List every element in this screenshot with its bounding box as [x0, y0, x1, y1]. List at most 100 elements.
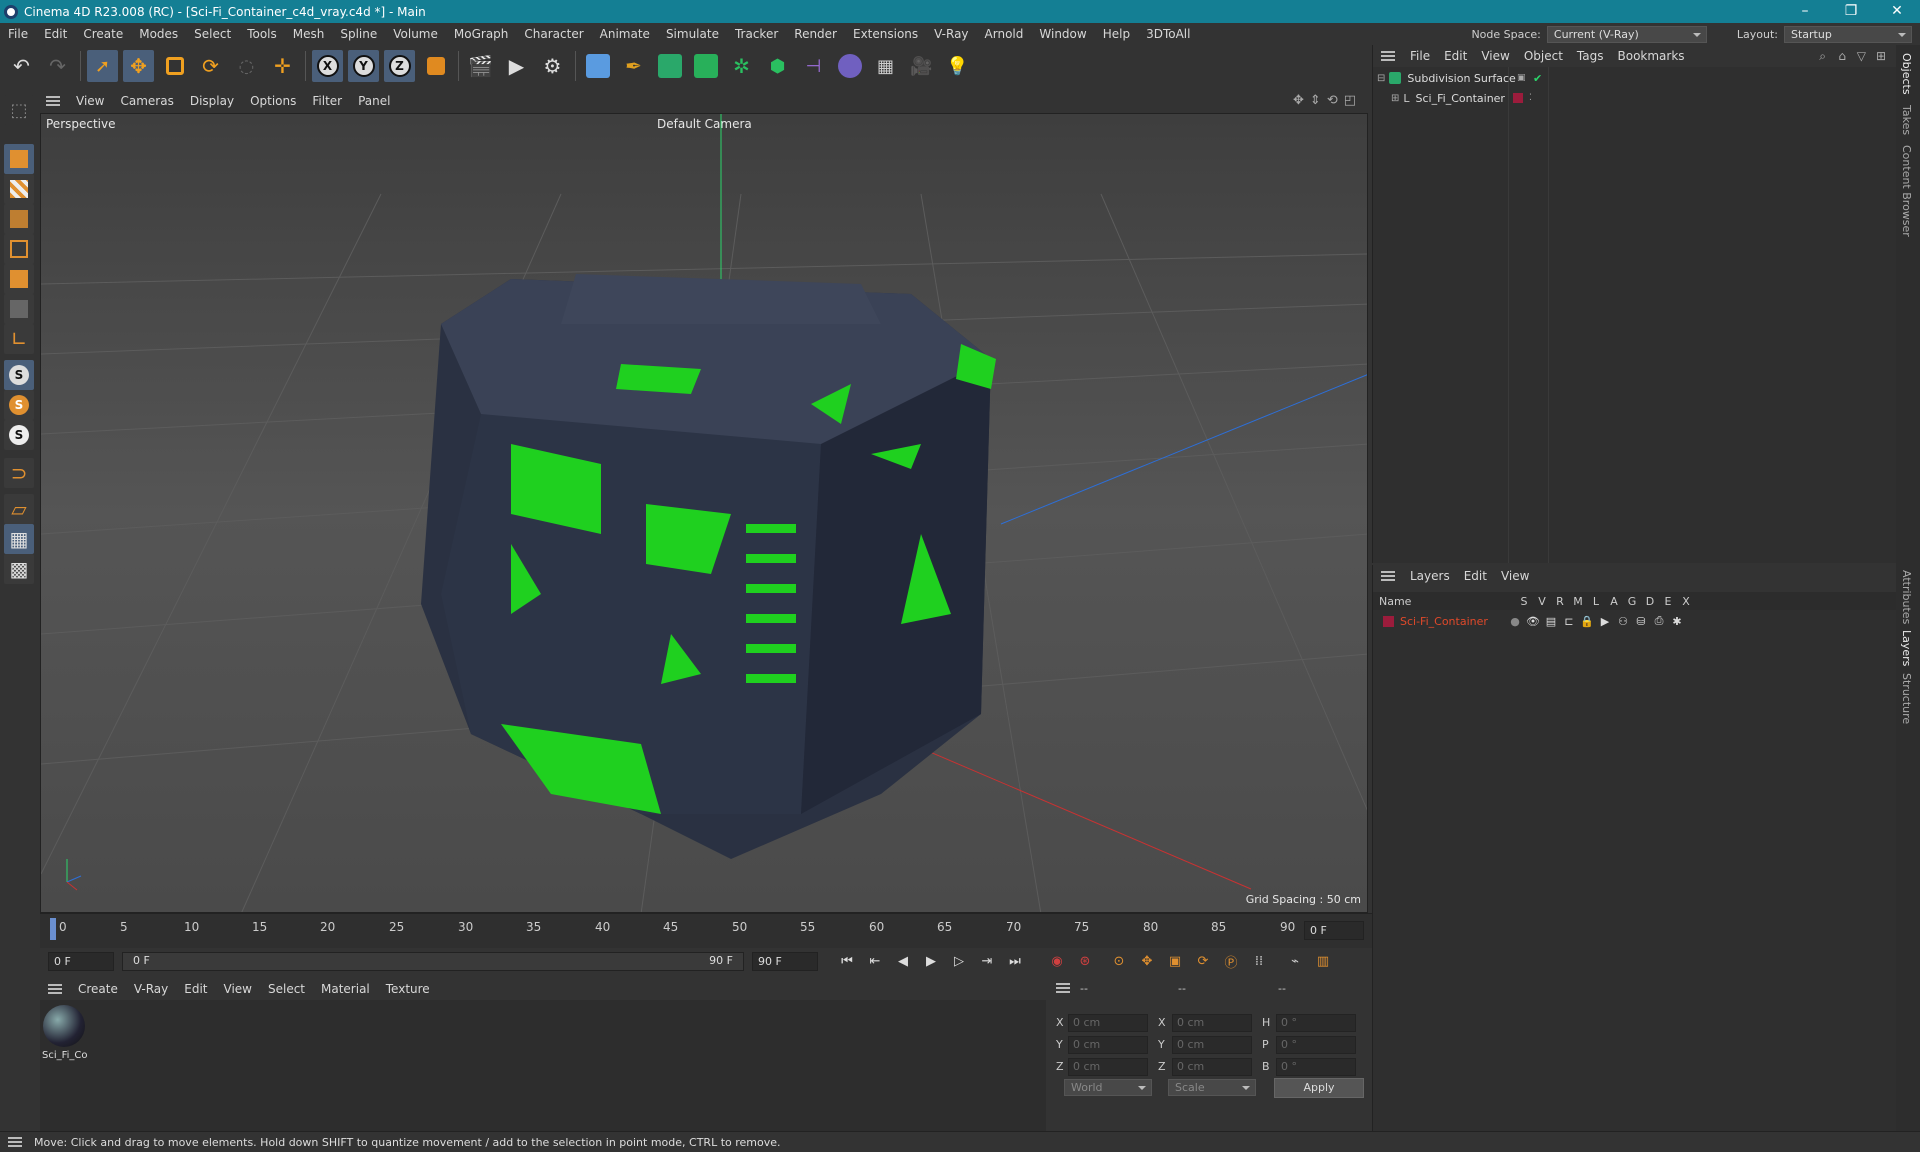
grid-button[interactable]: ▦ [4, 524, 34, 554]
tab-objects[interactable]: Objects [1900, 53, 1913, 95]
motion-mode-icon[interactable]: ⌁ [1284, 951, 1306, 971]
menu-arnold[interactable]: Arnold [977, 23, 1032, 45]
x-axis-button[interactable]: X [312, 50, 343, 82]
coords-hamburger-icon[interactable] [1056, 983, 1070, 993]
workplane-snap-button[interactable]: S [4, 420, 34, 450]
point-mode-button[interactable] [4, 204, 34, 234]
polygon-mode-button[interactable] [4, 264, 34, 294]
extrude-button[interactable] [690, 50, 721, 82]
move-tool-button[interactable]: ✥ [123, 50, 154, 82]
edge-mode-button[interactable] [4, 234, 34, 264]
objects-menu-bookmarks[interactable]: Bookmarks [1611, 49, 1692, 63]
material-menu-texture[interactable]: Texture [378, 982, 438, 996]
subdivision-button[interactable] [654, 50, 685, 82]
mograph-button[interactable]: ⬢ [762, 50, 793, 82]
objects-new-window-icon[interactable]: ⊞ [1876, 49, 1886, 63]
rotate-tool-button[interactable]: ⟳ [195, 50, 226, 82]
menu-extensions[interactable]: Extensions [845, 23, 926, 45]
undo-button[interactable]: ↶ [6, 50, 37, 82]
render-view-button[interactable]: 🎬 [465, 50, 496, 82]
tab-structure[interactable]: Structure [1900, 673, 1913, 724]
camera-button[interactable]: 🎥 [906, 50, 937, 82]
apply-button[interactable]: Apply [1274, 1078, 1364, 1098]
layer-row[interactable]: Sci-Fi_Container ● 👁 ▤ ⊏ 🔒 ▶ ⚇ ⛁ ⎙ ✱ [1383, 612, 1893, 630]
layer-manager-icon[interactable]: ⊏ [1560, 615, 1578, 628]
cube-button[interactable] [582, 50, 613, 82]
rotation-h-field[interactable]: 0 ° [1276, 1014, 1356, 1032]
frame-range-slider[interactable]: 0 F 90 F [122, 951, 744, 971]
menu-mesh[interactable]: Mesh [285, 23, 333, 45]
snap-button[interactable]: S [4, 360, 34, 390]
size-y-field[interactable]: 0 cm [1172, 1036, 1252, 1054]
next-key-button[interactable]: ⇥ [976, 951, 998, 971]
autokey-icon[interactable]: ⊛ [1074, 951, 1096, 971]
light-button[interactable]: 💡 [942, 50, 973, 82]
viewport-menu-options[interactable]: Options [242, 94, 304, 108]
expand-icon[interactable]: ⊟ [1377, 73, 1385, 84]
expand-icon[interactable]: ⊞ [1391, 93, 1399, 104]
objects-menu-edit[interactable]: Edit [1437, 49, 1474, 63]
layer-animation-icon[interactable]: ▶ [1596, 615, 1614, 628]
z-axis-button[interactable]: Z [384, 50, 415, 82]
close-button[interactable]: ✕ [1874, 0, 1920, 23]
record-key-icon[interactable]: ◉ [1046, 951, 1068, 971]
objects-menu-view[interactable]: View [1474, 49, 1516, 63]
menu-volume[interactable]: Volume [385, 23, 446, 45]
field-button[interactable] [834, 50, 865, 82]
viewport-menu-panel[interactable]: Panel [350, 94, 398, 108]
material-hamburger-icon[interactable] [48, 984, 62, 994]
deformer-button[interactable]: ⊣ [798, 50, 829, 82]
menu-file[interactable]: File [0, 23, 36, 45]
menu-simulate[interactable]: Simulate [658, 23, 727, 45]
prev-key-button[interactable]: ⇤ [864, 951, 886, 971]
layer-generators-icon[interactable]: ⚇ [1614, 615, 1632, 628]
uv-mode-button[interactable] [4, 294, 34, 324]
menu-spline[interactable]: Spline [332, 23, 385, 45]
3d-viewport[interactable]: Perspective Default Camera Grid Spacing … [40, 113, 1368, 913]
magnet-button[interactable]: ⊃ [4, 458, 34, 488]
y-axis-button[interactable]: Y [348, 50, 379, 82]
position-x-field[interactable]: 0 cm [1068, 1014, 1148, 1032]
coordinate-system-button[interactable] [420, 50, 451, 82]
param-key-icon[interactable]: Ⓟ [1220, 951, 1242, 971]
tab-layers[interactable]: Layers [1900, 630, 1913, 666]
material-menu-edit[interactable]: Edit [176, 982, 215, 996]
layer-render-icon[interactable]: ▤ [1542, 615, 1560, 628]
play-button[interactable]: ▶ [920, 951, 942, 971]
timeline-window-icon[interactable]: ▥ [1312, 951, 1334, 971]
material-menu-material[interactable]: Material [313, 982, 378, 996]
object-enabled-check-icon[interactable]: ✔ [1533, 72, 1542, 85]
menu-select[interactable]: Select [186, 23, 239, 45]
layer-lock-icon[interactable]: 🔒 [1578, 615, 1596, 628]
current-frame-field[interactable]: 0 F [1304, 921, 1364, 940]
menu-window[interactable]: Window [1031, 23, 1094, 45]
layer-color-swatch[interactable] [1383, 615, 1394, 627]
start-frame-field[interactable]: 0 F [48, 951, 114, 971]
redo-button[interactable]: ↷ [42, 50, 73, 82]
goto-start-button[interactable]: ⏮ [836, 951, 858, 971]
object-row-sci-fi-container[interactable]: ⊞ ᒪ Sci_Fi_Container ⁚ [1391, 89, 1891, 107]
layer-expressions-icon[interactable]: ⎙ [1650, 614, 1668, 628]
menu-help[interactable]: Help [1095, 23, 1138, 45]
objects-hamburger-icon[interactable] [1381, 51, 1395, 61]
status-hamburger-icon[interactable] [8, 1137, 22, 1147]
rotation-b-field[interactable]: 0 ° [1276, 1058, 1356, 1076]
next-frame-button[interactable]: ▷ [948, 951, 970, 971]
render-picture-viewer-button[interactable]: ▶ [501, 50, 532, 82]
viewport-menu-filter[interactable]: Filter [304, 94, 350, 108]
menu-modes[interactable]: Modes [131, 23, 186, 45]
material-menu-view[interactable]: View [216, 982, 260, 996]
menu-vray[interactable]: V-Ray [926, 23, 976, 45]
scale-mode-dropdown[interactable]: Scale [1168, 1079, 1256, 1096]
layers-menu-layers[interactable]: Layers [1403, 569, 1457, 583]
timeline-ruler[interactable]: 0 5 10 15 20 25 30 35 40 45 50 55 60 65 … [40, 913, 1372, 948]
menu-mograph[interactable]: MoGraph [446, 23, 517, 45]
objects-home-icon[interactable]: ⌂ [1838, 49, 1846, 63]
layers-hamburger-icon[interactable] [1381, 571, 1395, 581]
spline-pen-button[interactable]: ✒ [618, 50, 649, 82]
menu-3dtoall[interactable]: 3DToAll [1138, 23, 1198, 45]
tab-content-browser[interactable]: Content Browser [1900, 145, 1913, 237]
maximize-button[interactable]: ❐ [1828, 0, 1874, 23]
prev-frame-button[interactable]: ◀ [892, 951, 914, 971]
viewport-menu-cameras[interactable]: Cameras [112, 94, 181, 108]
